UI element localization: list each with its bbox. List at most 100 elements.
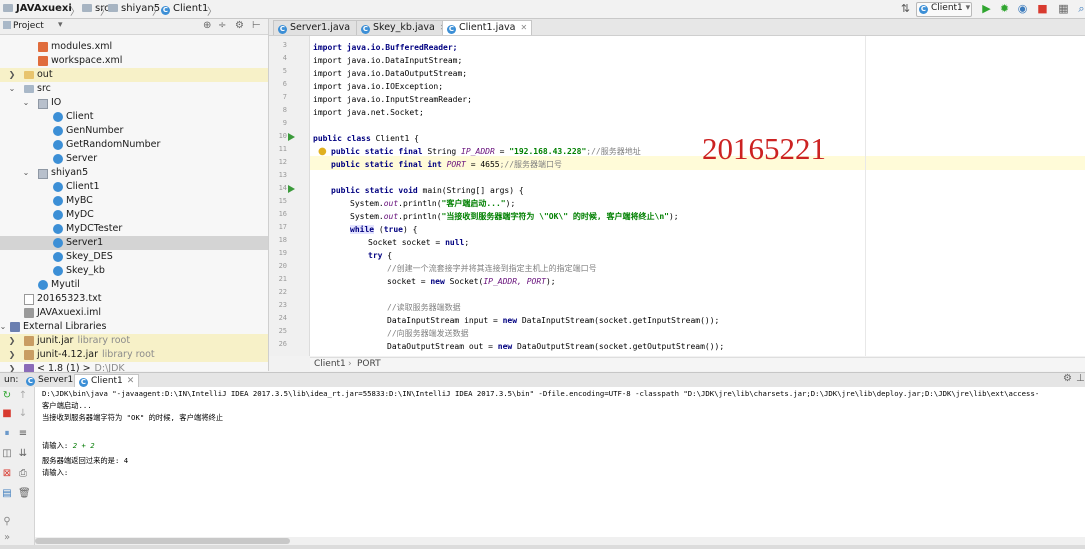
tree-item-gennumber[interactable]: GenNumber	[0, 124, 268, 138]
line-number: 11	[278, 145, 287, 153]
run-main-gutter-icon[interactable]	[288, 185, 295, 193]
line-number: 4	[282, 54, 287, 62]
collapse-icon[interactable]: ÷	[218, 20, 226, 31]
console-horizontal-scrollbar[interactable]	[35, 537, 1085, 545]
tree-item-myutil[interactable]: Myutil	[0, 278, 268, 292]
soft-wrap-icon[interactable]: ≡	[18, 429, 28, 439]
tree-item-io[interactable]: ⌄ IO	[0, 96, 268, 110]
search-icon[interactable]: ⌕	[1076, 3, 1085, 14]
dump-threads-icon[interactable]: ◫	[2, 449, 12, 459]
tab-server1-java[interactable]: CServer1.java✕	[273, 20, 367, 35]
sync-icon[interactable]: ⊕	[203, 20, 211, 31]
tree-item-skey-des[interactable]: Skey_DES	[0, 250, 268, 264]
tree-item-external-libraries[interactable]: ⌄ External Libraries	[0, 320, 268, 334]
project-structure-icon[interactable]: ▦	[1058, 3, 1069, 14]
class-icon	[53, 182, 63, 192]
pin-icon[interactable]: ⚲	[2, 517, 12, 527]
run-label: un:	[4, 375, 19, 385]
tree-item-shiyan5[interactable]: ⌄ shiyan5	[0, 166, 268, 180]
tree-item-skey-kb[interactable]: Skey_kb	[0, 264, 268, 278]
scroll-to-end-icon[interactable]: ⇊	[18, 449, 28, 459]
tree-item-junit-4-12-jar[interactable]: ❯ junit-4.12.jar library root	[0, 348, 268, 362]
breadcrumb-field[interactable]: PORT	[357, 359, 381, 369]
run-tab-client1[interactable]: C Client1 ✕	[74, 374, 140, 387]
class-icon	[53, 266, 63, 276]
close-icon[interactable]: ✕	[520, 23, 527, 32]
editor-gutter[interactable]: 3 4 5 6 7 8 9 10 11 12 13 14 15 16 17 18…	[269, 36, 310, 356]
breadcrumb-class[interactable]: Client1	[314, 359, 346, 369]
code-line: socket = new Socket(IP_ADDR, PORT);	[387, 277, 556, 286]
tree-item-mydc[interactable]: MyDC	[0, 208, 268, 222]
tree-item-workspace-xml[interactable]: workspace.xml	[0, 54, 268, 68]
stop-icon[interactable]: ■	[1037, 3, 1048, 14]
chevron-down-icon[interactable]: ⌄	[0, 320, 8, 334]
hide-panel-icon[interactable]: ⊢	[252, 20, 261, 31]
stop-icon[interactable]: ■	[2, 409, 12, 419]
project-tool-window: Project ▾ ⊕ ÷ ⚙ ⊢ modules.xml workspace.…	[0, 19, 269, 374]
pause-icon[interactable]: ⏸	[2, 429, 12, 439]
chevron-down-icon[interactable]: ⌄	[21, 166, 31, 180]
build-icon[interactable]: ⇅	[900, 3, 911, 14]
tree-item-junit-jar[interactable]: ❯ junit.jar library root	[0, 334, 268, 348]
tab-skey-kb-java[interactable]: CSkey_kb.java✕	[356, 20, 452, 35]
run-console[interactable]: D:\JDK\bin\java "-javaagent:D:\IN\Intell…	[35, 387, 1085, 537]
tree-item-server1[interactable]: Server1	[0, 236, 268, 250]
project-panel-header: Project ▾ ⊕ ÷ ⚙ ⊢	[0, 19, 268, 35]
editor-tab-bar: CServer1.java✕ CSkey_kb.java✕ CClient1.j…	[269, 19, 1085, 36]
tree-item-out[interactable]: ❯ out	[0, 68, 268, 82]
right-margin-guide	[865, 36, 866, 356]
exit-icon[interactable]: ⊠	[2, 469, 12, 479]
gear-icon[interactable]: ⚙	[235, 20, 244, 31]
chevron-down-icon[interactable]: ⌄	[21, 96, 31, 110]
tree-item-20165323-txt[interactable]: 20165323.txt	[0, 292, 268, 306]
tree-item-mybc[interactable]: MyBC	[0, 194, 268, 208]
breadcrumb-class[interactable]: C Client1	[161, 3, 208, 15]
lightbulb-icon[interactable]: ●	[318, 146, 327, 157]
chevron-down-icon[interactable]: ▾	[58, 20, 63, 30]
class-icon	[53, 238, 63, 248]
tree-item-src[interactable]: ⌄ src	[0, 82, 268, 96]
tree-item-javaxuexi-iml[interactable]: JAVAxuexi.iml	[0, 306, 268, 320]
console-line: 客户端启动...	[42, 401, 92, 410]
code-line: public class Client1 {	[313, 134, 419, 143]
tree-item-getrandomnumber[interactable]: GetRandomNumber	[0, 138, 268, 152]
rerun-icon[interactable]: ↻	[2, 391, 12, 401]
run-configuration-select[interactable]: C Client1 ▾	[916, 2, 972, 17]
tree-item-mydctester[interactable]: MyDCTester	[0, 222, 268, 236]
more-icon[interactable]: »	[2, 533, 12, 543]
tab-client1-java[interactable]: C Client1.java ✕	[442, 20, 533, 35]
chevron-right-icon[interactable]: ❯	[7, 68, 17, 82]
line-number: 24	[278, 314, 287, 322]
run-class-gutter-icon[interactable]	[288, 133, 295, 141]
coverage-icon[interactable]: ◉	[1017, 3, 1028, 14]
class-icon: C	[161, 6, 170, 15]
gear-icon[interactable]: ⚙	[1063, 373, 1072, 384]
chevron-right-icon[interactable]: ❯	[7, 348, 17, 362]
editor-breadcrumb: Client1 › PORT	[310, 357, 1085, 371]
code-line: import java.net.Socket;	[313, 108, 424, 117]
close-icon[interactable]: ✕	[127, 376, 135, 386]
class-icon: C	[26, 377, 35, 386]
scrollbar-thumb[interactable]	[35, 538, 290, 544]
down-arrow-icon[interactable]: ↓	[18, 409, 28, 419]
debug-icon[interactable]: ✹	[999, 3, 1010, 14]
tree-item-client1[interactable]: Client1	[0, 180, 268, 194]
tree-item-client[interactable]: Client	[0, 110, 268, 124]
up-arrow-icon[interactable]: ↑	[18, 391, 28, 401]
status-bar	[0, 545, 1085, 549]
breadcrumb-project[interactable]: JAVAxuexi	[3, 3, 72, 14]
chevron-down-icon[interactable]: ⌄	[7, 82, 17, 96]
tree-item-modules-xml[interactable]: modules.xml	[0, 40, 268, 54]
run-icon[interactable]: ▶	[981, 3, 992, 14]
layout-icon[interactable]: ▤	[2, 489, 12, 499]
chevron-right-icon[interactable]: ❯	[7, 334, 17, 348]
clear-icon[interactable]: 🗑	[18, 489, 31, 499]
print-icon[interactable]: ⎙	[18, 469, 28, 479]
class-icon	[53, 154, 63, 164]
code-line: //向服务器端发送数据	[387, 329, 469, 338]
tree-item-server[interactable]: Server	[0, 152, 268, 166]
code-editor[interactable]: import java.io.BufferedReader; import ja…	[310, 36, 1085, 356]
project-view-title[interactable]: Project	[13, 21, 44, 31]
line-number: 8	[282, 106, 287, 114]
hide-panel-icon[interactable]: ⊥	[1076, 373, 1085, 384]
